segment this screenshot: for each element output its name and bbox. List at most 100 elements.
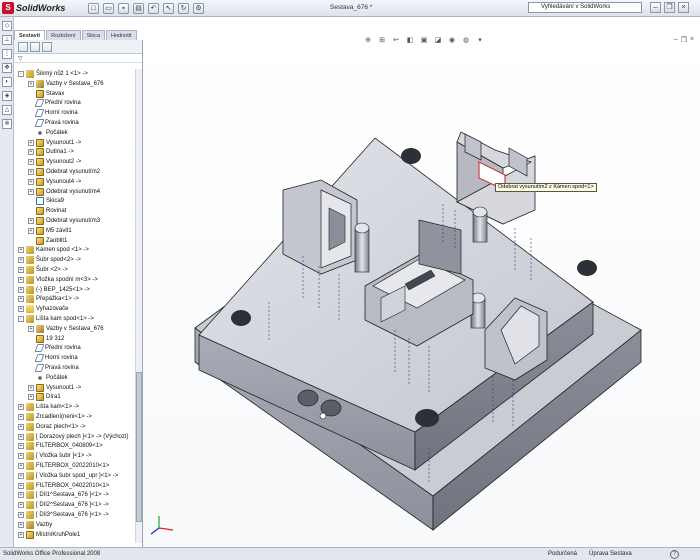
status-edit-mode[interactable]: Úprava Sestava [589, 551, 632, 557]
undo-icon[interactable]: ↶ [148, 2, 159, 14]
expand-icon[interactable]: + [28, 218, 34, 224]
expand-icon[interactable]: + [28, 169, 34, 175]
tree-item[interactable]: + Odebrat vysunutím2 [28, 167, 100, 177]
tree-item[interactable]: Přední rovina [28, 98, 81, 108]
tree-item[interactable]: Stavax [28, 89, 64, 99]
insert-component-icon[interactable]: ◇ [2, 21, 12, 31]
tree-item[interactable]: - Lišta kam spod<1> -> [18, 314, 94, 324]
tree-item[interactable]: + (-) BEP_1425<1> -> [18, 285, 90, 295]
expand-icon[interactable]: + [18, 267, 24, 273]
tree-item[interactable]: + Dutina1 -> [28, 147, 74, 157]
select-icon[interactable]: ↖ [163, 2, 174, 14]
tree-item[interactable]: + [ Dorazový plech ]<1> -> (Výchozí) [18, 432, 129, 442]
help-icon[interactable]: ? [670, 550, 679, 559]
expand-icon[interactable]: + [18, 502, 24, 509]
reference-geometry-icon[interactable]: △ [2, 105, 12, 115]
print-icon[interactable]: ▤ [133, 2, 144, 14]
expand-icon[interactable]: + [18, 276, 24, 283]
tree-item[interactable]: Skica9 [28, 196, 64, 206]
expand-icon[interactable]: + [18, 414, 24, 420]
tree-item[interactable]: Pravá rovina [28, 118, 79, 128]
expand-icon[interactable]: + [18, 531, 24, 538]
expand-icon[interactable]: + [18, 257, 24, 264]
tree-item[interactable]: + Doraz plech<1> -> [18, 422, 86, 432]
tree-item[interactable]: + MístníKruhPole1 [18, 530, 80, 540]
rebuild-icon[interactable]: ↻ [178, 2, 189, 14]
tree-item[interactable]: + Vysunout1 -> [28, 138, 81, 148]
expand-icon[interactable]: + [28, 325, 34, 332]
save-icon[interactable]: ▪ [118, 2, 129, 14]
expand-icon[interactable]: + [18, 433, 24, 440]
tree-item[interactable]: + [ Díl1^Sestava_676 ]<1> -> [18, 490, 109, 500]
expand-icon[interactable]: + [18, 247, 24, 254]
tree-item[interactable]: + [ Díl3^Sestava_676 ]<1> -> [18, 510, 109, 520]
collapse-icon[interactable]: - [18, 71, 24, 77]
tree-item[interactable]: + FILTERBOX_040809<1> [18, 441, 103, 451]
expand-icon[interactable]: + [18, 482, 24, 489]
tree-item[interactable]: + [ Vložka šubr spod_upr ]<1> -> [18, 471, 118, 481]
tree-item[interactable]: + FILTERBOX_04022010<1> [18, 481, 109, 491]
move-component-icon[interactable]: ✥ [2, 63, 12, 73]
tree-item[interactable]: Horní rovina [28, 353, 78, 363]
tree-item[interactable]: - Šikmý nůž 1 <1> -> [18, 69, 88, 79]
search-input[interactable]: Vyhledávání v SolidWorks [528, 2, 642, 13]
tree-item[interactable]: + Přepážka<1> -> [18, 294, 79, 304]
assembly-features-icon[interactable]: ◈ [2, 91, 12, 101]
expand-icon[interactable]: + [18, 306, 24, 313]
tree-item[interactable]: Horní rovina [28, 108, 78, 118]
property-manager-tab-icon[interactable] [30, 42, 40, 52]
tree-item[interactable]: + Kámen spod <1> -> [18, 245, 89, 255]
tree-item[interactable]: + Zrcadlení(neni<1> -> [18, 412, 92, 422]
tree-item[interactable]: 19 312 [28, 334, 64, 344]
expand-icon[interactable]: + [28, 149, 34, 156]
expand-icon[interactable]: + [28, 227, 34, 234]
tree-item[interactable]: + Díra1 [28, 392, 61, 402]
tab-sestavit[interactable]: Sestavit [14, 30, 46, 40]
tab-hodnotit[interactable]: Hodnotit [106, 30, 137, 40]
pattern-icon[interactable]: ⋮ [2, 49, 12, 59]
restore-icon[interactable]: ❐ [664, 2, 675, 13]
tree-item[interactable]: Pravá rovina [28, 363, 79, 373]
app-logo[interactable]: S SolidWorks [2, 1, 65, 15]
assembly-model[interactable] [143, 30, 700, 547]
tree-scrollbar[interactable] [135, 69, 142, 543]
minimize-icon[interactable]: – [650, 2, 661, 13]
collapse-icon[interactable]: - [18, 316, 24, 322]
new-document-icon[interactable]: □ [88, 2, 99, 14]
expand-icon[interactable]: + [18, 472, 24, 479]
open-document-icon[interactable]: ▭ [103, 2, 114, 14]
tree-item[interactable]: + Odebrat vysunutím3 [28, 216, 100, 226]
options-icon[interactable]: ⚙ [193, 2, 204, 14]
tree-item[interactable]: + Vysunout4 -> [28, 177, 81, 187]
feature-tree-tab-icon[interactable] [18, 42, 28, 52]
expand-icon[interactable]: + [18, 453, 24, 460]
tree-item[interactable]: + Vazby [18, 520, 52, 530]
tree-item[interactable]: + Vazby v Sestava_676 [28, 79, 104, 89]
expand-icon[interactable]: + [28, 80, 34, 87]
tree-scrollbar-thumb[interactable] [136, 372, 142, 522]
tree-item[interactable]: + Vložka spodní m<3> -> [18, 275, 98, 285]
tab-skica[interactable]: Skica [81, 30, 106, 40]
graphics-area[interactable]: ⊕ ⊞ ↩ ◧ ▣ ◪ ◉ ◍ ▾ – ❐ × Odebrat vysunutí… [143, 30, 700, 547]
tree-item[interactable]: + Lišta kam<1> -> [18, 402, 79, 412]
tree-item[interactable]: Rovinat [28, 206, 66, 216]
expand-icon[interactable]: + [28, 159, 34, 166]
tree-item[interactable]: + Vyhazovače [18, 304, 68, 314]
tree-item[interactable]: Přední rovina [28, 343, 81, 353]
expand-icon[interactable]: + [18, 463, 24, 469]
tree-item[interactable]: Počátek [28, 373, 68, 383]
tree-item[interactable]: + FILTERBOX_02022010<1> [18, 461, 109, 471]
expand-icon[interactable]: + [18, 521, 24, 528]
tree-item[interactable]: + [ Díl2^Sestava_676 ]<1> -> [18, 500, 109, 510]
tree-item[interactable]: Zaoblit1 [28, 236, 67, 246]
configuration-manager-tab-icon[interactable] [42, 42, 52, 52]
expand-icon[interactable]: + [28, 139, 34, 146]
exploded-view-icon[interactable]: ✲ [2, 119, 12, 129]
expand-icon[interactable]: + [28, 188, 34, 195]
expand-icon[interactable]: + [18, 512, 24, 518]
expand-icon[interactable]: + [18, 404, 24, 411]
tree-item[interactable]: + Vysunout1 -> [28, 383, 81, 393]
show-hidden-icon[interactable]: ◐ [2, 77, 12, 87]
expand-icon[interactable]: + [28, 384, 34, 391]
tree-item[interactable]: + Šubr <2> -> [18, 265, 68, 275]
